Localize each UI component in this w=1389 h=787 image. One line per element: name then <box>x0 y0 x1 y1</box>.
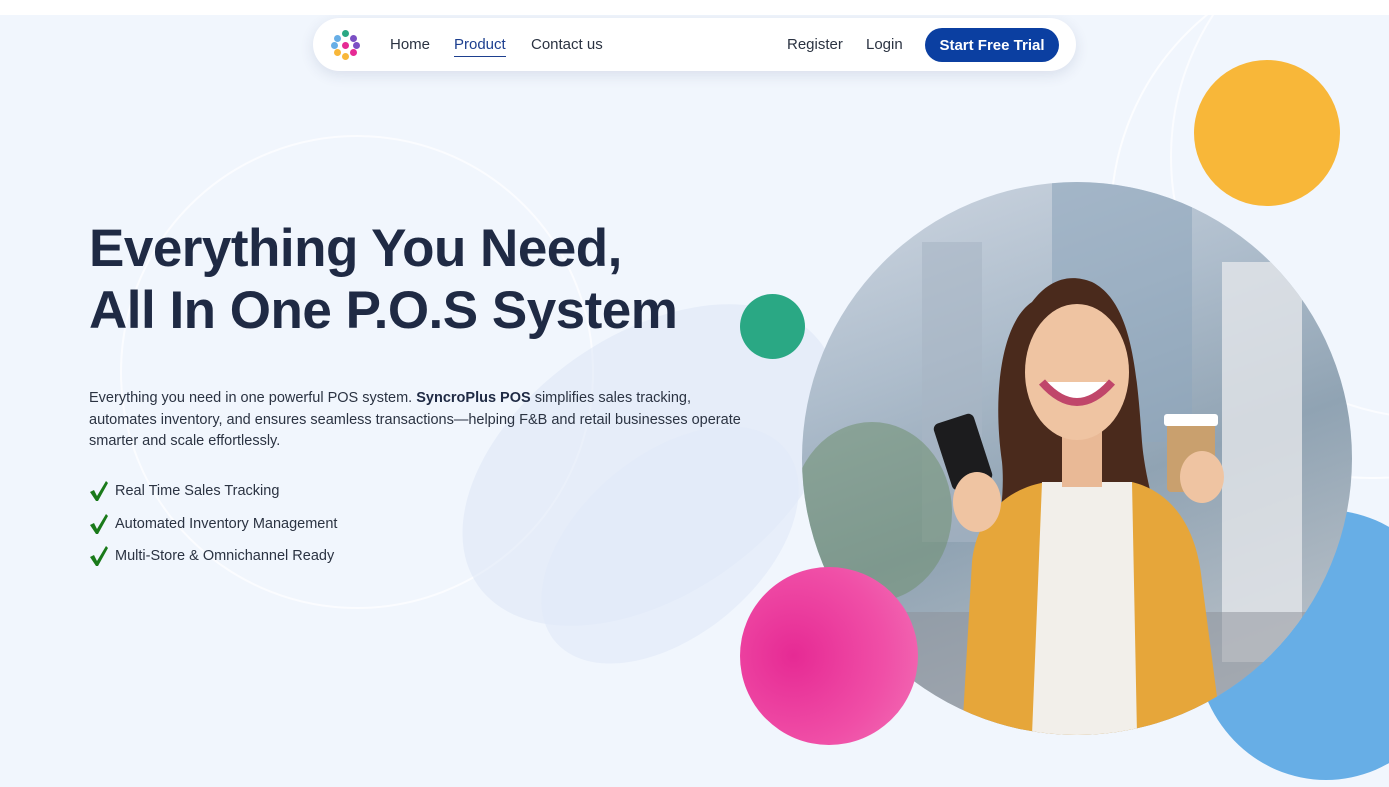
feature-item: Real Time Sales Tracking <box>89 475 337 508</box>
login-link[interactable]: Login <box>866 35 903 55</box>
feature-label: Real Time Sales Tracking <box>115 483 280 500</box>
navbar: Home Product Contact us Register Login S… <box>313 18 1076 71</box>
decorative-pink-circle <box>740 567 918 745</box>
nav-link-product[interactable]: Product <box>454 35 506 57</box>
feature-item: Multi-Store & Omnichannel Ready <box>89 540 337 573</box>
brand-name: SyncroPlus POS <box>416 390 531 406</box>
feature-item: Automated Inventory Management <box>89 508 337 541</box>
description-prefix: Everything you need in one powerful POS … <box>89 390 417 406</box>
nav-link-home[interactable]: Home <box>390 35 430 55</box>
feature-label: Multi-Store & Omnichannel Ready <box>115 548 335 565</box>
hero-section: Home Product Contact us Register Login S… <box>0 15 1389 787</box>
headline-line-2: All In One P.O.S System <box>89 281 678 340</box>
headline-line-1: Everything You Need, <box>89 219 622 278</box>
hero-description: Everything you need in one powerful POS … <box>89 388 749 453</box>
start-free-trial-button[interactable]: Start Free Trial <box>925 28 1059 62</box>
checkmark-icon <box>90 481 108 502</box>
decorative-green-circle <box>740 294 805 359</box>
hero-headline: Everything You Need, All In One P.O.S Sy… <box>89 218 769 342</box>
feature-label: Automated Inventory Management <box>115 515 338 532</box>
checkmark-icon <box>90 546 108 567</box>
feature-list: Real Time Sales Tracking Automated Inven… <box>89 475 337 573</box>
checkmark-icon <box>90 513 108 534</box>
nav-link-contact[interactable]: Contact us <box>531 35 603 55</box>
dots-logo-icon[interactable] <box>331 30 361 60</box>
register-link[interactable]: Register <box>787 35 843 55</box>
